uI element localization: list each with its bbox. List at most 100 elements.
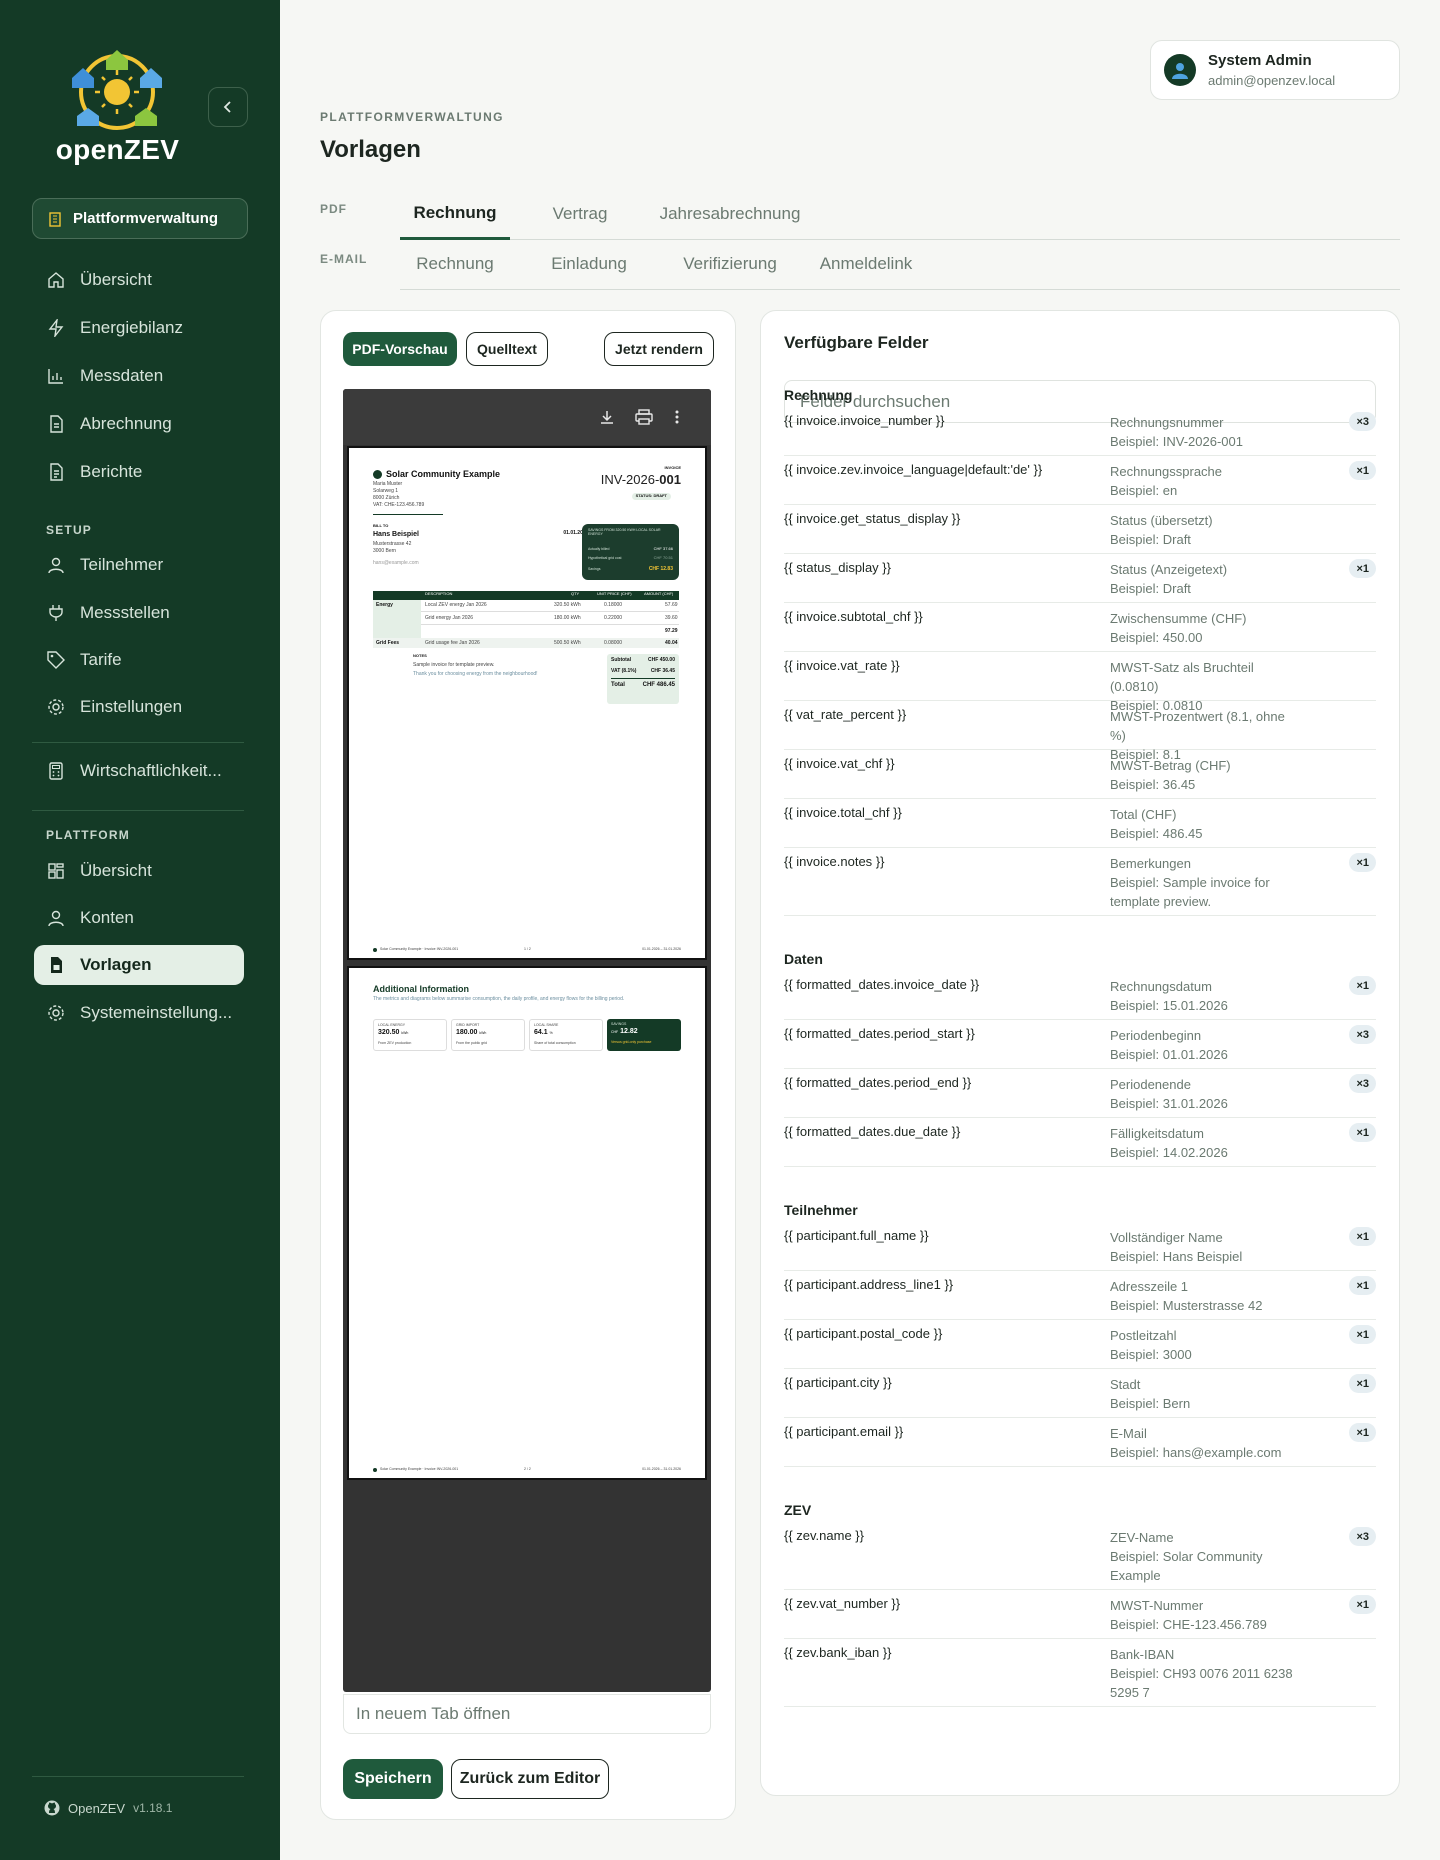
field-description: Status (übersetzt) Beispiel: Draft [1110,511,1300,549]
version-info[interactable]: OpenZEV v1.18.1 [44,1800,172,1816]
nav-item-label: Berichte [80,462,143,481]
doc-bill-name: Hans Beispiel [373,531,419,538]
field-row[interactable]: {{ vat_rate_percent }} MWST-Prozentwert (… [784,701,1376,762]
field-tag: {{ zev.vat_number }} [784,1596,901,1611]
field-tag: {{ vat_rate_percent }} [784,707,907,722]
doc-total-label: VAT (8.1%) [611,668,637,674]
logo[interactable]: openZEV [50,50,185,168]
nav-item-messstellen[interactable]: Messstellen [34,593,244,633]
field-row[interactable]: {{ status_display }} Status (Anzeigetext)… [784,554,1376,603]
nav-item-uebersicht[interactable]: Übersicht [34,260,244,300]
nav-item-label: Übersicht [80,270,152,289]
nav-item-einstellungen[interactable]: Einstellungen [34,687,244,727]
source-button[interactable]: Quelltext [466,332,548,366]
tab-email-rechnung[interactable]: Rechnung [400,238,510,290]
field-row[interactable]: {{ zev.bank_iban }} Bank-IBAN Beispiel: CH… [784,1639,1376,1707]
field-label: MWST-Prozentwert (8.1, ohne %) [1110,709,1285,743]
nav-item-label: Einstellungen [80,697,183,716]
user-menu[interactable]: System Admin admin@openzev.local [1150,40,1400,100]
sidebar-divider [32,742,244,743]
field-row[interactable]: {{ invoice.notes }} Bemerkungen Beispiel: … [784,848,1376,916]
field-group-title: Rechnung [784,387,853,403]
download-icon[interactable] [597,407,617,427]
field-label: Rechnungsdatum [1110,979,1212,994]
doc-p2-intro: The metrics and diagrams below summarise… [373,996,625,1002]
doc-total-label: Subtotal [611,657,631,663]
field-example: Beispiel: Draft [1110,532,1191,547]
field-row[interactable]: {{ invoice.vat_chf }} MWST-Betrag (CHF) Be… [784,750,1376,799]
field-row[interactable]: {{ formatted_dates.period_end }} Perioden… [784,1069,1376,1118]
nav-item-abrechnung[interactable]: Abrechnung [34,404,244,444]
field-row[interactable]: {{ zev.vat_number }} MWST-Nummer Beispiel:… [784,1590,1376,1639]
doc-row-qty: 320.50 kWh [554,602,581,608]
tab-pdf-rechnung[interactable]: Rechnung [400,188,510,240]
field-row[interactable]: {{ invoice.get_status_display }} Status (… [784,505,1376,554]
field-tag: {{ participant.address_line1 }} [784,1277,954,1292]
field-row[interactable]: {{ participant.city }} Stadt Beispiel: Ber… [784,1369,1376,1418]
field-description: Rechnungssprache Beispiel: en [1110,462,1300,500]
doc-totals-rule [611,678,675,679]
tab-email-verifizierung[interactable]: Verifizierung [660,238,800,290]
field-row[interactable]: {{ invoice.vat_rate }} MWST-Satz als Bruc… [784,652,1376,713]
print-icon[interactable] [634,407,654,427]
field-example: Beispiel: Musterstrasse 42 [1110,1298,1263,1313]
save-button[interactable]: Speichern [343,1759,443,1799]
nav-item-konten[interactable]: Konten [34,898,244,938]
usage-count-badge: ×1 [1349,976,1376,995]
tab-pdf-jahresabrechnung[interactable]: Jahresabrechnung [640,188,820,240]
field-row[interactable]: {{ invoice.subtotal_chf }} Zwischensumme … [784,603,1376,652]
open-in-new-tab-link[interactable]: In neuem Tab öffnen [343,1694,711,1734]
render-now-button[interactable]: Jetzt rendern [604,332,714,366]
nav-item-berichte[interactable]: Berichte [34,452,244,492]
back-to-editor-button[interactable]: Zurück zum Editor [451,1759,609,1799]
version-number: v1.18.1 [133,1801,173,1815]
pdf-viewer[interactable]: Solar Community Example Maria Muster Sol… [343,389,711,1692]
field-row[interactable]: {{ participant.email }} E-Mail Beispiel: h… [784,1418,1376,1467]
field-row[interactable]: {{ formatted_dates.invoice_date }} Rechnu… [784,971,1376,1020]
doc-kpi-card-savings: SAVINGS CHF 12.82 Versus grid-only purch… [607,1019,681,1051]
tab-email-einladung[interactable]: Einladung [520,238,658,290]
doc-rule [373,514,443,515]
doc-kpi-unit: % [549,1031,553,1035]
doc-energy-label: Energy [376,602,393,608]
user-avatar-icon [1172,63,1188,79]
pdf-tab-row-label: PDF [320,202,347,216]
nav-item-systemeinstellungen[interactable]: Systemeinstellung... [34,993,244,1033]
doc-row-price: 0.08000 [604,640,623,646]
doc-row-divider [421,611,679,612]
nav-item-wirtschaftlichkeit[interactable]: Wirtschaftlichkeit... [34,751,244,791]
field-row[interactable]: {{ formatted_dates.period_start }} Period… [784,1020,1376,1069]
field-row[interactable]: {{ participant.postal_code }} Postleitzah… [784,1320,1376,1369]
nav-item-vorlagen[interactable]: Vorlagen [34,945,244,985]
collapse-sidebar-button[interactable] [208,87,248,127]
field-row[interactable]: {{ participant.address_line1 }} Adresszei… [784,1271,1376,1320]
nav-item-tarife[interactable]: Tarife [34,640,244,680]
doc-table-header-cell: QTY [571,591,580,596]
doc-invoice-prefix: INV-2026- [600,472,660,487]
field-row[interactable]: {{ zev.name }} ZEV-Name Beispiel: Solar Co… [784,1522,1376,1590]
field-label: Rechnungsnummer [1110,415,1224,430]
field-row[interactable]: {{ invoice.invoice_number }} Rechnungsnum… [784,407,1376,456]
field-row[interactable]: {{ invoice.zev.invoice_language|default:… [784,456,1376,505]
nav-item-label: Teilnehmer [80,555,164,574]
more-options-icon[interactable] [667,407,687,427]
field-row[interactable]: {{ participant.full_name }} Vollständiger… [784,1222,1376,1271]
nav-item-teilnehmer[interactable]: Teilnehmer [34,545,244,585]
nav-item-energiebilanz[interactable]: Energiebilanz [34,308,244,348]
doc-row-desc: Grid energy Jan 2026 [425,615,474,621]
field-description: Postleitzahl Beispiel: 3000 [1110,1326,1300,1364]
nav-item-messdaten[interactable]: Messdaten [34,356,244,396]
pdf-preview-button[interactable]: PDF-Vorschau [343,332,457,366]
field-row[interactable]: {{ formatted_dates.due_date }} Fälligkeit… [784,1118,1376,1167]
field-tag: {{ invoice.get_status_display }} [784,511,961,526]
version-label: OpenZEV [68,1800,126,1816]
nav-item-platform-uebersicht[interactable]: Übersicht [34,851,244,891]
field-group-title: Teilnehmer [784,1202,858,1218]
tab-email-anmeldelink[interactable]: Anmeldelink [802,238,930,290]
platform-admin-button[interactable]: Plattformverwaltung [32,198,248,239]
tab-pdf-vertrag[interactable]: Vertrag [522,188,638,240]
field-row[interactable]: {{ invoice.total_chf }} Total (CHF) Beispi… [784,799,1376,848]
field-label: Periodenende [1110,1077,1191,1092]
field-label: Fälligkeitsdatum [1110,1126,1204,1141]
field-tag: {{ formatted_dates.due_date }} [784,1124,961,1139]
